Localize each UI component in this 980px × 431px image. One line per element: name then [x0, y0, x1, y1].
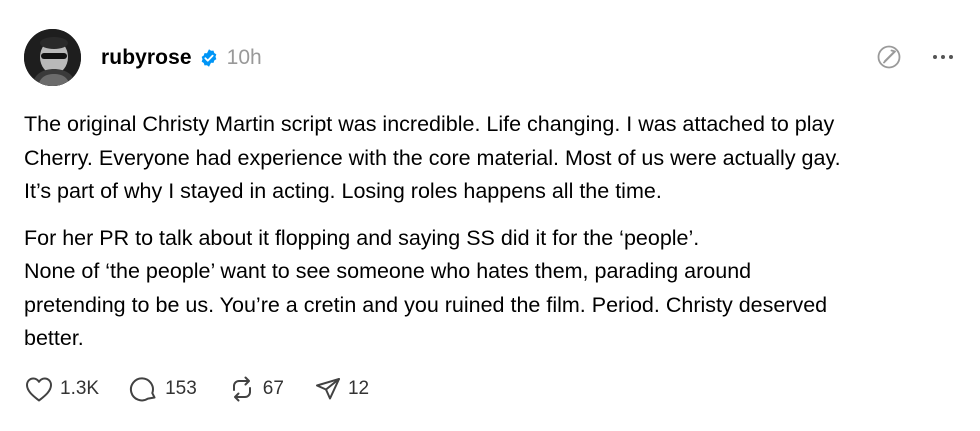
reply-count: 153: [165, 378, 197, 399]
avatar[interactable]: [24, 29, 81, 86]
repost-count: 67: [262, 378, 284, 399]
repost-button[interactable]: 67: [227, 374, 284, 404]
post-timestamp: 10h: [226, 46, 262, 69]
share-button[interactable]: 12: [314, 375, 369, 403]
ai-label-icon[interactable]: [876, 44, 902, 70]
text-line: For her PR to talk about it flopping and…: [24, 225, 700, 250]
post-body: The original Christy Martin script was i…: [24, 108, 954, 369]
text-line: Cherry. Everyone had experience with the…: [24, 145, 841, 170]
repost-icon: [232, 376, 251, 402]
post-paragraph: The original Christy Martin script was i…: [24, 108, 954, 209]
heart-icon: [26, 377, 52, 402]
engagement-bar: 1.3K 153 67 12: [24, 374, 399, 404]
verified-icon: [199, 48, 219, 68]
post-paragraph: For her PR to talk about it flopping and…: [24, 222, 954, 356]
thread-post: rubyrose 10h The original Christy Martin…: [0, 0, 980, 431]
reply-button[interactable]: 153: [129, 374, 197, 404]
comment-icon: [130, 377, 156, 402]
username[interactable]: rubyrose: [101, 46, 192, 70]
like-button[interactable]: 1.3K: [24, 375, 99, 403]
text-line: pretending to be us. You’re a cretin and…: [24, 292, 828, 317]
header-actions: [876, 44, 954, 70]
text-line: better.: [24, 326, 84, 350]
text-line: It’s part of why I stayed in acting. Los…: [24, 179, 662, 203]
post-header: rubyrose 10h: [101, 42, 262, 74]
share-count: 12: [347, 378, 370, 399]
more-icon[interactable]: [932, 54, 954, 60]
text-line: None of ‘the people’ want to see someone…: [24, 259, 752, 283]
share-icon: [315, 378, 340, 400]
like-count: 1.3K: [60, 378, 100, 399]
text-line: The original Christy Martin script was i…: [24, 112, 835, 136]
